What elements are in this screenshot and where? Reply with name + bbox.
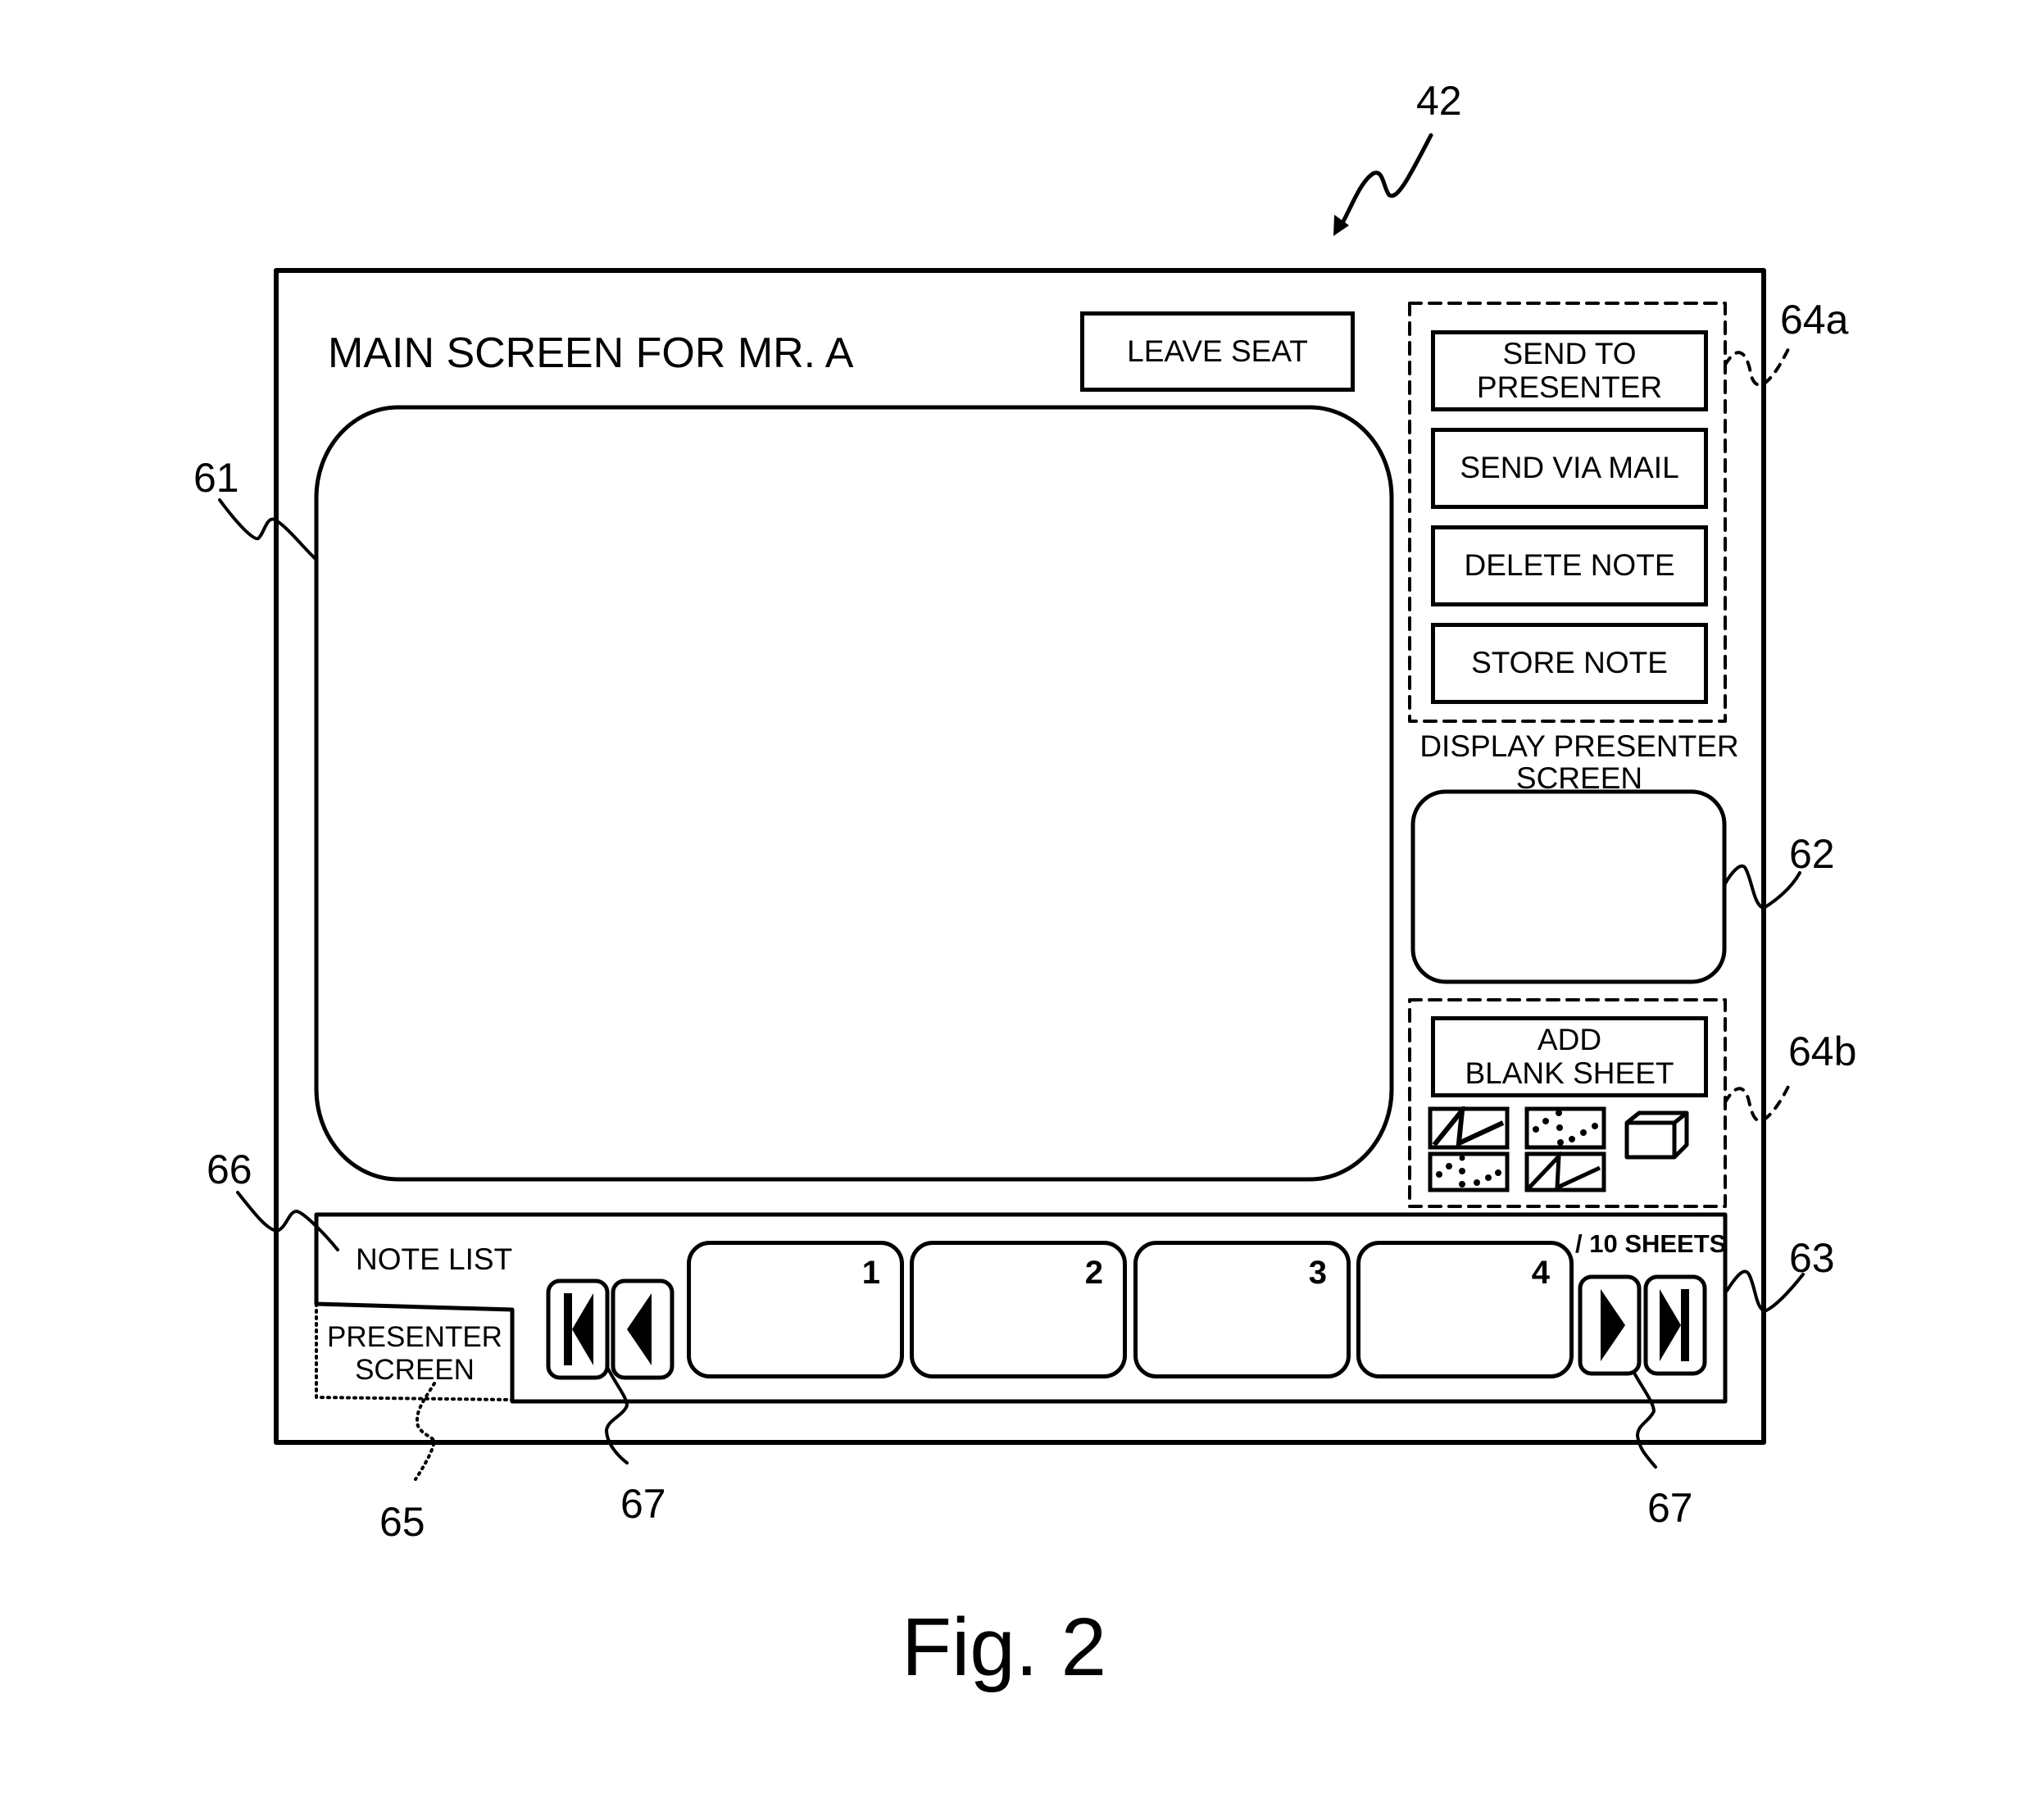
presenter-screen-preview[interactable] [1418,797,1719,977]
last-page-button[interactable] [1643,1274,1707,1376]
ref-61: 61 [193,455,239,501]
ref-62: 62 [1789,831,1835,877]
ref-64b: 64b [1788,1029,1857,1074]
ref-63: 63 [1789,1235,1835,1281]
sheet-total-label: / 10 SHEETS [1575,1229,1727,1258]
sheet-thumbnail-3[interactable]: 3 [1133,1241,1351,1378]
sheet-number: 1 [861,1255,880,1291]
ref-65: 65 [379,1499,425,1545]
display-presenter-label-line1: DISPLAY PRESENTER [1419,729,1739,763]
ref-66: 66 [207,1147,252,1192]
add-blank-sheet-label: ADD BLANK SHEET [1465,1022,1674,1090]
leave-seat-button[interactable]: LEAVE SEAT [1080,311,1355,392]
send-to-presenter-label-line1: SEND TO [1502,336,1637,370]
send-to-presenter-label: SEND TO PRESENTER [1476,336,1663,404]
dotted-pen-thin-icon[interactable] [1428,1151,1510,1192]
eraser-icon[interactable] [1623,1110,1692,1161]
leader-67-right [1633,1373,1657,1469]
ref-42: 42 [1416,78,1462,124]
ref-64a: 64a [1780,297,1849,343]
ref-67-left: 67 [620,1481,666,1527]
add-blank-sheet-label-line1: ADD [1537,1022,1602,1056]
sheet-number: 4 [1531,1255,1550,1291]
solid-pen-thick-icon[interactable] [1428,1106,1510,1151]
ref-67-right: 67 [1647,1485,1693,1531]
send-to-presenter-label-line2: PRESENTER [1476,370,1663,404]
delete-note-button[interactable]: DELETE NOTE [1431,525,1708,606]
main-note-canvas[interactable] [321,412,1387,1174]
leader-64b [1724,1080,1792,1123]
send-via-mail-button[interactable]: SEND VIA MAIL [1431,428,1708,509]
presenter-screen-tab[interactable]: PRESENTER SCREEN [321,1321,508,1387]
dotted-pen-thick-icon[interactable] [1524,1106,1606,1151]
send-via-mail-label: SEND VIA MAIL [1460,451,1679,485]
display-presenter-label-line2: SCREEN [1515,761,1643,795]
presenter-screen-tab-line1: PRESENTER [327,1321,502,1353]
note-list-tab[interactable]: NOTE LIST [356,1244,512,1274]
first-page-button[interactable] [546,1278,610,1380]
store-note-button[interactable]: STORE NOTE [1431,623,1708,704]
leader-67-left [605,1367,629,1465]
sheet-thumbnail-1[interactable]: 1 [687,1241,904,1378]
display-presenter-screen-label: DISPLAY PRESENTER SCREEN [1411,729,1747,795]
leave-seat-label: LEAVE SEAT [1127,334,1308,368]
add-blank-sheet-label-line2: BLANK SHEET [1465,1056,1674,1090]
solid-pen-thin-icon[interactable] [1524,1151,1606,1192]
presenter-screen-tab-line2: SCREEN [355,1354,475,1387]
sheet-thumbnail-4[interactable]: 4 [1356,1241,1574,1378]
previous-page-button[interactable] [611,1278,675,1380]
sheet-number: 2 [1084,1255,1103,1291]
next-page-button[interactable] [1578,1274,1642,1376]
leader-64a [1724,343,1792,387]
sheet-thumbnail-2[interactable]: 2 [910,1241,1127,1378]
page-title: MAIN SCREEN FOR MR. A [328,329,854,377]
send-to-presenter-button[interactable]: SEND TO PRESENTER [1431,330,1708,411]
sheet-number: 3 [1308,1255,1327,1291]
store-note-label: STORE NOTE [1471,646,1668,680]
figure-caption: Fig. 2 [902,1601,1107,1693]
add-blank-sheet-button[interactable]: ADD BLANK SHEET [1431,1016,1708,1097]
leader-61 [218,498,317,561]
delete-note-label: DELETE NOTE [1464,548,1675,583]
leader-66 [236,1191,339,1251]
leader-42 [1340,133,1433,225]
